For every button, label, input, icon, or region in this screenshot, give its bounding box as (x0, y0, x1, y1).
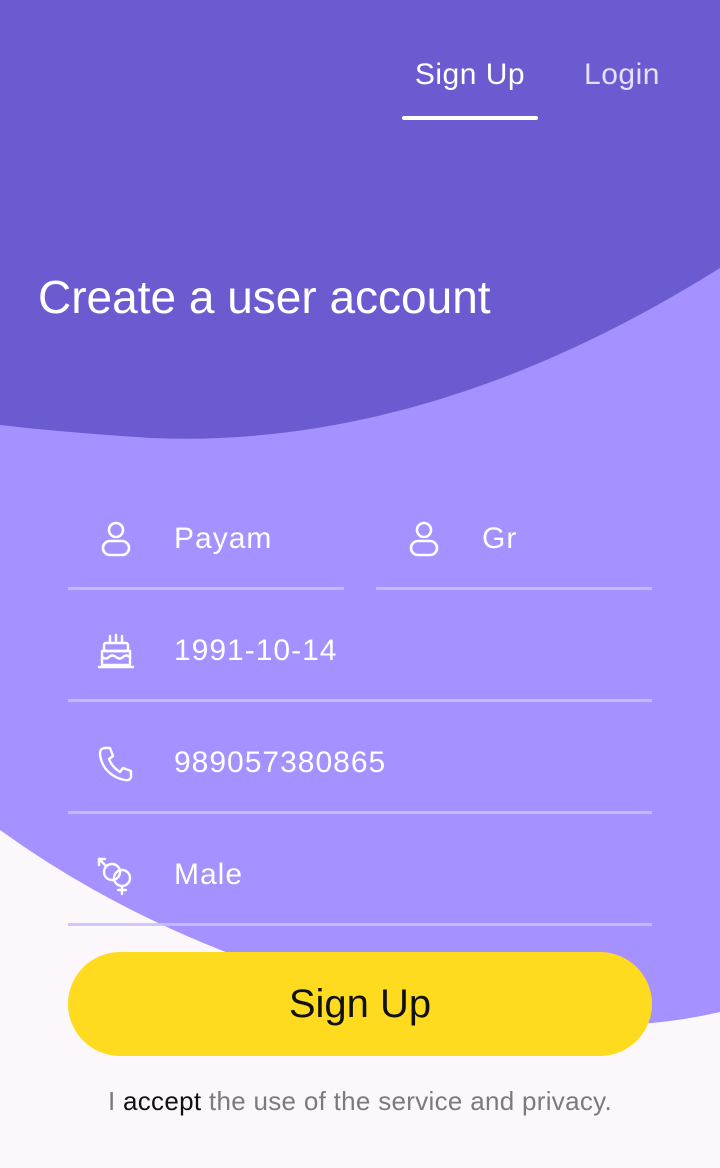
phone-underline (68, 811, 652, 814)
phone-icon (98, 746, 133, 782)
sign-up-button[interactable]: Sign Up (68, 952, 652, 1056)
page-title: Create a user account (38, 271, 491, 323)
phone-value: 989057380865 (174, 746, 387, 779)
phone-field[interactable]: 989057380865 (68, 724, 652, 814)
birth-date-field[interactable]: 1991-10-14 (68, 612, 652, 702)
user-icon (101, 521, 131, 557)
gender-value: Male (174, 858, 244, 891)
last-name-value: Gr (482, 522, 518, 555)
first-name-field[interactable]: Payam (68, 500, 344, 590)
birth-date-underline (68, 699, 652, 702)
tab-sign-up-label: Sign Up (414, 58, 526, 91)
tab-login-label: Login (584, 58, 660, 91)
gender-icon (97, 857, 132, 896)
last-name-field[interactable]: Gr (376, 500, 652, 590)
last-name-underline (376, 587, 652, 590)
terms-suffix: the use of the service and privacy. (201, 1086, 613, 1116)
birth-date-value: 1991-10-14 (174, 634, 338, 667)
terms-text: I accept the use of the service and priv… (0, 1086, 720, 1117)
tab-login[interactable]: Login (570, 58, 674, 120)
gender-underline (68, 923, 652, 926)
gender-field[interactable]: Male (68, 836, 652, 926)
first-name-value: Payam (174, 522, 273, 555)
terms-prefix: I (107, 1086, 123, 1116)
tab-bar: Sign Up Login (0, 0, 720, 130)
first-name-underline (68, 587, 344, 590)
active-tab-indicator (402, 116, 538, 120)
tab-sign-up[interactable]: Sign Up (402, 58, 538, 120)
user-icon (409, 521, 439, 557)
terms-accept-link[interactable]: accept (123, 1086, 201, 1116)
cake-icon (97, 633, 135, 669)
